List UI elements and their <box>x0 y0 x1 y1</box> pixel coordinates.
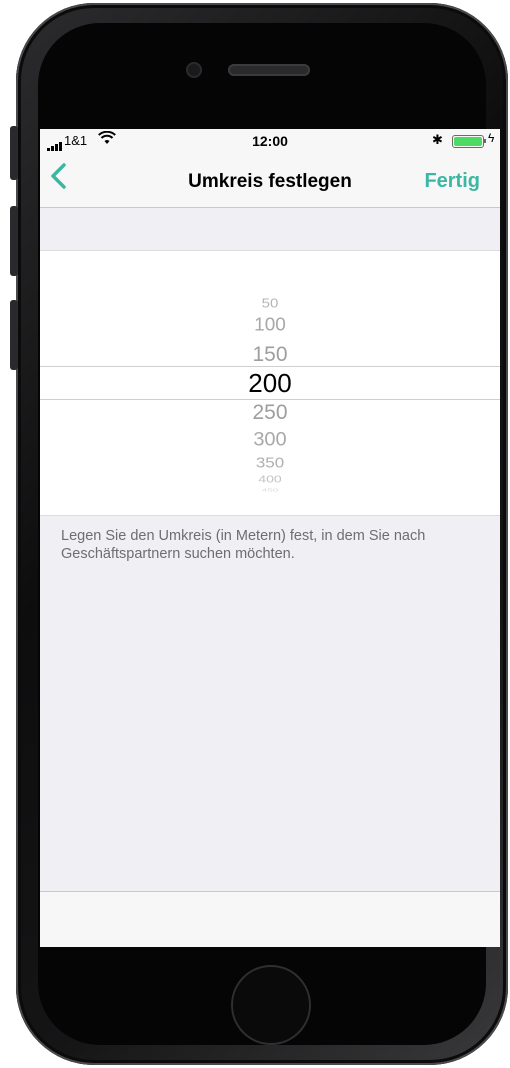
navigation-bar: Umkreis festlegen Fertig <box>40 153 500 208</box>
bluetooth-icon: ✱ <box>432 132 443 147</box>
picker-item[interactable]: 400 <box>40 473 500 484</box>
mute-switch <box>10 126 18 180</box>
battery-icon <box>452 135 484 148</box>
picker-selection-bottom-line <box>40 399 500 400</box>
earpiece-speaker <box>228 64 310 76</box>
picker-item[interactable]: 300 <box>40 430 500 452</box>
clock: 12:00 <box>252 133 288 149</box>
picker-item[interactable]: 100 <box>40 316 500 337</box>
picker-item[interactable]: 150 <box>40 343 500 367</box>
picker-item[interactable]: 450 <box>40 488 500 493</box>
picker-item[interactable]: 50 <box>40 296 500 310</box>
volume-up-button <box>10 206 18 276</box>
picker-item-selected[interactable]: 200 <box>40 368 500 399</box>
done-button[interactable]: Fertig <box>424 170 480 193</box>
charging-icon: ϟ <box>488 131 495 145</box>
screen: 1&1 12:00 ✱ ϟ Umkreis festlegen Fertig 5… <box>40 129 500 947</box>
home-button[interactable] <box>231 965 311 1045</box>
battery-tip <box>484 139 486 143</box>
front-camera <box>186 62 202 78</box>
picker-item[interactable]: 250 <box>40 401 500 425</box>
radius-picker[interactable]: 50 100 150 200 250 300 350 400 450 <box>40 250 500 516</box>
volume-down-button <box>10 300 18 370</box>
status-bar: 1&1 12:00 ✱ ϟ <box>40 129 500 153</box>
picker-item[interactable]: 350 <box>40 455 500 472</box>
radius-description: Legen Sie den Umkreis (in Metern) fest, … <box>61 528 426 562</box>
battery-fill <box>454 137 482 146</box>
bottom-toolbar <box>40 891 500 947</box>
